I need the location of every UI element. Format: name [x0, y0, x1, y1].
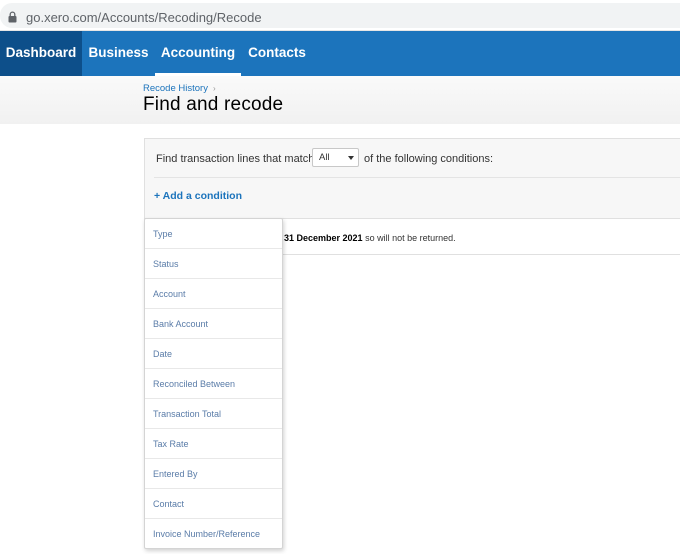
dropdown-item-invoice-number-reference[interactable]: Invoice Number/Reference: [145, 519, 282, 549]
dropdown-item-account[interactable]: Account: [145, 279, 282, 309]
dropdown-item-bank-account[interactable]: Bank Account: [145, 309, 282, 339]
condition-dropdown: Type Status Account Bank Account Date Re…: [144, 218, 283, 549]
url-field[interactable]: go.xero.com/Accounts/Recoding/Recode: [0, 3, 680, 28]
match-select-value: All: [319, 152, 330, 163]
page-title: Find and recode: [143, 94, 284, 115]
top-navigation: Dashboard Business Accounting Contacts: [0, 31, 680, 76]
dropdown-item-transaction-total[interactable]: Transaction Total: [145, 399, 282, 429]
conditions-label: of the following conditions:: [364, 153, 494, 165]
lock-icon: [8, 11, 17, 23]
browser-address-bar: go.xero.com/Accounts/Recoding/Recode: [0, 0, 680, 31]
add-condition-link[interactable]: + Add a condition: [154, 190, 242, 202]
dropdown-item-reconciled-between[interactable]: Reconciled Between: [145, 369, 282, 399]
url-text: go.xero.com/Accounts/Recoding/Recode: [26, 10, 262, 25]
nav-business[interactable]: Business: [82, 31, 155, 76]
dropdown-item-tax-rate[interactable]: Tax Rate: [145, 429, 282, 459]
nav-dashboard[interactable]: Dashboard: [0, 31, 82, 76]
dropdown-item-entered-by[interactable]: Entered By: [145, 459, 282, 489]
breadcrumb[interactable]: Recode History ›: [143, 83, 216, 94]
dropdown-item-type[interactable]: Type: [145, 219, 282, 249]
nav-contacts[interactable]: Contacts: [241, 31, 313, 76]
breadcrumb-chevron-icon: ›: [212, 84, 216, 93]
page-header: [0, 76, 680, 124]
info-suffix: so will not be returned.: [365, 233, 456, 243]
dropdown-item-contact[interactable]: Contact: [145, 489, 282, 519]
dropdown-item-status[interactable]: Status: [145, 249, 282, 279]
dropdown-item-date[interactable]: Date: [145, 339, 282, 369]
caret-down-icon: [348, 156, 354, 160]
match-select[interactable]: All: [312, 148, 359, 167]
nav-accounting[interactable]: Accounting: [155, 31, 241, 76]
info-text: 31 December 2021 so will not be returned…: [284, 233, 456, 243]
divider: [154, 177, 680, 178]
breadcrumb-recode-history[interactable]: Recode History: [143, 83, 208, 94]
info-date: 31 December 2021: [284, 233, 363, 243]
find-label: Find transaction lines that match: [156, 153, 315, 165]
